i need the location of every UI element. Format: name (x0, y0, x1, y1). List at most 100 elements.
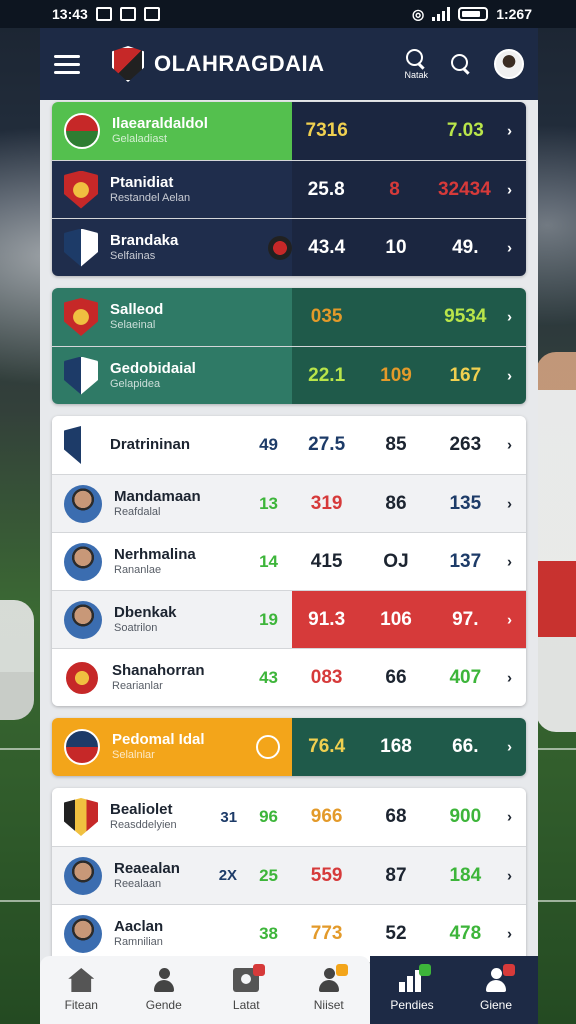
team-info: Dratrininan 49 (52, 416, 292, 474)
stat-value: 66 (385, 666, 407, 688)
team-row[interactable]: Dbenkak Soatrilon 19 91.3 106 97. › (52, 590, 526, 648)
team-group: Ilaearaldaldol Gelaladiast 7316 7.03 › Ptanid… (52, 102, 526, 276)
stat-value: 137 (449, 550, 482, 572)
alarm-icon: ◎ (411, 5, 425, 22)
team-row[interactable]: Nerhmalina Rananlae 14 415 OJ 137 › (52, 532, 526, 590)
chevron-right-icon: › (507, 867, 512, 884)
stat-value: 8 (389, 178, 400, 200)
hamburger-icon[interactable] (54, 54, 80, 74)
chevron-right-icon: › (507, 808, 512, 826)
nav-item-5[interactable]: Giene (454, 956, 538, 1024)
team-name: Bealiolet (110, 801, 173, 819)
team-row[interactable]: Salleod Selaeinal 035 9534 › (52, 288, 526, 346)
stat-value: 10 (385, 236, 407, 258)
stat-value: 25.8 (307, 178, 345, 200)
team-info: Nerhmalina Rananlae 14 (52, 533, 292, 590)
team-names: Reaealan Reealaan (114, 860, 180, 891)
team-name: Salleod (110, 301, 164, 319)
team-subtitle: Selalnlar (112, 749, 155, 762)
notification-badge (419, 964, 431, 976)
team-row[interactable]: Gedobidaial Gelapidea 22.1 109 167 › (52, 346, 526, 404)
team-stats: 76.4 168 66. › (292, 718, 526, 776)
team-name: Dratrininan (110, 436, 191, 453)
team-row[interactable]: Pedomal Idal Selalnlar 76.4 168 66. › (52, 718, 526, 776)
stat-value: 478 (449, 922, 482, 944)
team-name: Ptanidiat (110, 173, 174, 191)
stat-value: 32434 (437, 178, 491, 200)
team-names: Salleod Selaeinal (110, 301, 163, 332)
chevron-right-icon: › (507, 611, 512, 628)
nav-item-1[interactable]: Gende (123, 956, 206, 1024)
team-name: Shanahorran (112, 661, 205, 679)
team-names: Ilaearaldaldol Gelaladiast (112, 115, 208, 146)
team-subtitle: Selaeinal (110, 319, 156, 332)
team-group: Salleod Selaeinal 035 9534 › Gedobidaial Gelap… (52, 288, 526, 404)
team-names: Shanahorran Rearianlar (112, 662, 205, 693)
team-stats: 91.3 106 97. › (292, 591, 526, 648)
team-names: Dratrininan (110, 436, 190, 454)
search-icon[interactable] (450, 53, 472, 75)
team-info: Dbenkak Soatrilon 19 (52, 591, 292, 648)
team-row[interactable]: Shanahorran Rearianlar 43 083 66 407 › (52, 648, 526, 706)
nav-item-4[interactable]: Pendies (370, 956, 454, 1024)
avatar[interactable] (494, 49, 524, 79)
nav-item-0[interactable]: Fitean (40, 956, 123, 1024)
stat-value: 263 (449, 434, 482, 455)
team-stats: 559 87 184 › (292, 847, 526, 904)
team-stats: 25.8 8 32434 › (292, 161, 526, 218)
stat-value: 27.5 (308, 434, 346, 455)
person-icon (483, 964, 515, 992)
team-subtitle: Selfainas (110, 249, 156, 262)
team-stats: 966 68 900 › (292, 788, 526, 846)
team-names: Ptanidiat Restandel Aelan (110, 174, 190, 205)
search-button[interactable]: Natak (404, 48, 428, 80)
info-icon[interactable] (256, 735, 280, 759)
team-row[interactable]: Bealiolet Reasddelyien 31 96 966 68 900 › (52, 788, 526, 846)
nav-item-3[interactable]: Niiset (288, 956, 371, 1024)
status-clock: 1:267 (496, 6, 532, 22)
team-row[interactable]: Ptanidiat Restandel Aelan 25.8 8 32434 › (52, 160, 526, 218)
chevron-right-icon: › (507, 308, 512, 326)
team-row[interactable]: Mandamaan Reafdalal 13 319 86 135 › (52, 474, 526, 532)
stat-value: 035 (310, 306, 343, 327)
team-subtitle: Soatrilon (114, 621, 158, 634)
team-subtitle: Rearianlar (112, 679, 163, 692)
team-row[interactable]: Brandaka Selfainas 43.4 10 49. › (52, 218, 526, 276)
player-photo-left (0, 600, 34, 720)
team-rank: 96 (259, 807, 278, 826)
stat-value: 773 (310, 922, 343, 944)
stat-value: 7316 (305, 120, 348, 141)
team-row[interactable]: Reaealan Reealaan 2X 25 559 87 184 › (52, 846, 526, 904)
stat-value: 91.3 (308, 608, 346, 630)
player-avatar (64, 600, 102, 639)
stat-value: 106 (380, 608, 412, 630)
app-title: OLAHRAGDAIA (154, 51, 325, 76)
team-name: Gedobidaial (110, 359, 196, 377)
stat-value: 85 (385, 434, 407, 455)
status-time: 13:43 (52, 6, 88, 22)
player-photo-right (536, 352, 576, 732)
stat-value: 559 (310, 864, 343, 886)
team-info: Reaealan Reealaan 2X 25 (52, 847, 292, 904)
chevron-right-icon: › (507, 925, 512, 942)
team-info: Aaclan Ramnilian 38 (52, 905, 292, 962)
team-list: Ilaearaldaldol Gelaladiast 7316 7.03 › Ptanid… (52, 102, 526, 974)
stat-value: 900 (449, 806, 482, 827)
stat-value: 184 (449, 864, 482, 886)
team-row[interactable]: Ilaearaldaldol Gelaladiast 7316 7.03 › (52, 102, 526, 160)
status-badge (268, 235, 292, 260)
nav-item-2[interactable]: Latat (205, 956, 288, 1024)
team-crest-icon (64, 113, 100, 149)
camera-icon (233, 964, 266, 992)
team-crest-icon (64, 170, 98, 209)
team-row[interactable]: Dratrininan 49 27.5 85 263 › (52, 416, 526, 474)
chevron-right-icon: › (507, 738, 512, 756)
player-avatar (64, 542, 102, 581)
team-names: Nerhmalina Rananlae (114, 546, 196, 577)
team-crest-icon (64, 729, 100, 765)
team-name: Ilaearaldaldol (112, 115, 208, 133)
team-row[interactable]: Aaclan Ramnilian 38 773 52 478 › (52, 904, 526, 962)
app-header: OLAHRAGDAIA Natak (40, 28, 538, 100)
stat-value: 168 (380, 736, 412, 757)
stat-value: 407 (449, 666, 482, 688)
